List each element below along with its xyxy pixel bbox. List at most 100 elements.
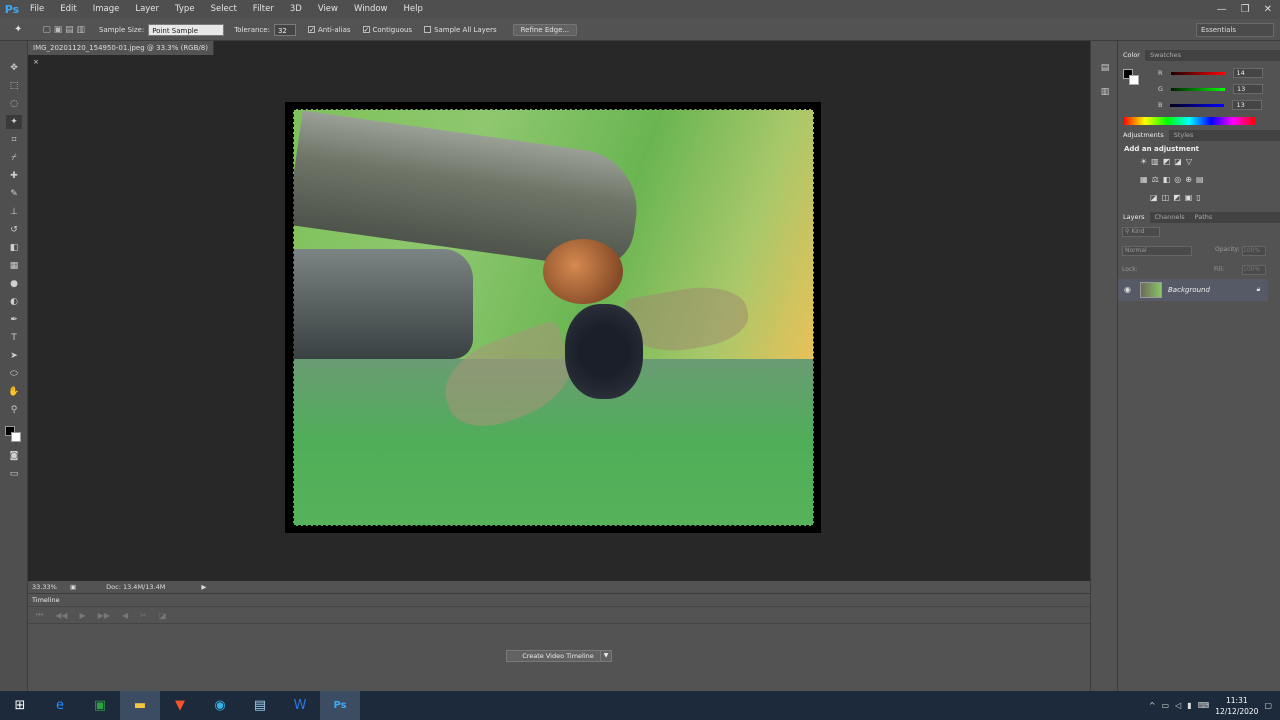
tray-expand-icon[interactable]: ^ [1149,701,1156,710]
edge-browser-icon[interactable]: ◉ [200,691,240,720]
red-track[interactable] [1170,71,1225,75]
dodge-tool-icon[interactable]: ◐ [6,295,22,309]
volume-icon[interactable]: ◁ [1175,701,1181,710]
menu-select[interactable]: Select [203,0,245,19]
green-value[interactable]: 13 [1233,84,1264,94]
timeline-tab[interactable]: Timeline [28,594,68,606]
black-white-icon[interactable]: ◧ [1163,175,1171,184]
eyedropper-tool-icon[interactable]: ⌿ [6,151,22,165]
eraser-tool-icon[interactable]: ◧ [6,241,22,255]
notepad-icon[interactable]: ▤ [240,691,280,720]
history-brush-icon[interactable]: ↺ [6,223,22,237]
blue-value[interactable]: 13 [1232,100,1263,110]
menu-filter[interactable]: Filter [245,0,282,19]
menu-edit[interactable]: Edit [52,0,84,19]
history-panel-icon[interactable]: ▤ [1097,61,1113,75]
color-spectrum[interactable] [1123,117,1255,125]
timeline-dropdown-icon[interactable]: ▼ [600,650,612,662]
layer-row-background[interactable]: ◉ Background 🔒︎ [1118,279,1268,301]
sample-all-layers-checkbox[interactable] [424,26,432,33]
invert-icon[interactable]: ◪ [1150,193,1158,202]
menu-3d[interactable]: 3D [282,0,310,19]
selection-mode-icons[interactable]: ▢ ▣ ▤ ▥ [42,25,85,35]
red-slider[interactable]: R 14 [1158,68,1278,78]
quick-mask-icon[interactable]: ◙ [6,449,22,463]
zoom-tool-icon[interactable]: ⚲ [6,403,22,417]
visibility-eye-icon[interactable]: ◉ [1124,285,1131,294]
opacity-input[interactable]: 100% [1242,246,1266,256]
audio-icon[interactable]: ◀ [122,611,128,620]
tab-adjustments[interactable]: Adjustments [1118,130,1169,141]
type-tool-icon[interactable]: T [6,331,22,345]
layer-filter-select[interactable]: ⚲ Kind [1122,227,1160,237]
color-lookup-icon[interactable]: ▤ [1196,175,1204,184]
channel-mixer-icon[interactable]: ⊕ [1185,175,1192,184]
hand-tool-icon[interactable]: ✋ [6,385,22,399]
antialias-checkbox[interactable]: ✓ [307,26,315,34]
gradient-tool-icon[interactable]: ▦ [6,259,22,273]
sample-size-select[interactable]: Point Sample [148,23,225,36]
photoshop-taskbar-icon[interactable]: Ps [320,691,360,720]
language-icon[interactable]: ⌨ [1198,701,1210,710]
battery-icon[interactable]: ▮ [1187,701,1191,710]
tab-styles[interactable]: Styles [1169,130,1199,141]
next-frame-icon[interactable]: ▶▶ [98,611,110,620]
bg-color-preview[interactable] [1129,75,1139,85]
refine-edge-button[interactable]: Refine Edge... [512,23,578,36]
tab-channels[interactable]: Channels [1150,212,1190,223]
path-selection-icon[interactable]: ➤ [6,349,22,363]
menu-image[interactable]: Image [85,0,128,19]
split-icon[interactable]: ✂ [140,611,147,620]
menu-file[interactable]: File [22,0,52,19]
lasso-tool-icon[interactable]: ◌ [6,97,22,111]
status-menu-arrow-icon[interactable]: ▶ [201,583,206,591]
minimize-button[interactable]: — [1217,4,1227,15]
menu-type[interactable]: Type [167,0,203,19]
clock[interactable]: 11:31 12/12/2020 [1215,695,1258,717]
magic-wand-tool-icon[interactable]: ✦ [6,115,22,129]
crop-tool-icon[interactable]: ⌗ [6,133,22,147]
start-button-icon[interactable]: ⊞ [0,691,40,720]
document-tab[interactable]: IMG_20201120_154950-01.jpeg @ 33.3% (RGB… [28,41,214,66]
blend-mode-select[interactable]: Normal [1122,246,1192,256]
zoom-level[interactable]: 33.33% [32,583,62,591]
word-icon[interactable]: W [280,691,320,720]
excel-icon[interactable]: ▣ [80,691,120,720]
menu-window[interactable]: Window [346,0,396,19]
brave-browser-icon[interactable]: ▼ [160,691,200,720]
curves-icon[interactable]: ◩ [1163,157,1171,166]
clone-stamp-icon[interactable]: ⊥ [6,205,22,219]
levels-icon[interactable]: ▥ [1151,157,1159,166]
notifications-icon[interactable]: ▢ [1264,701,1272,710]
posterize-icon[interactable]: ◫ [1162,193,1170,202]
first-frame-icon[interactable]: ⏮ [36,610,43,620]
green-slider[interactable]: G 13 [1158,84,1278,94]
photo-canvas[interactable] [293,109,814,526]
background-color-swatch[interactable] [11,432,21,442]
workspace-select[interactable]: Essentials [1196,23,1274,37]
healing-brush-icon[interactable]: ✚ [6,169,22,183]
move-tool-icon[interactable]: ✥ [6,61,22,75]
network-icon[interactable]: ▭ [1162,701,1170,710]
layer-name[interactable]: Background [1168,286,1210,294]
fill-input[interactable]: 100% [1242,265,1266,275]
menu-help[interactable]: Help [396,0,431,19]
file-explorer-icon[interactable]: ▬ [120,691,160,720]
brightness-icon[interactable]: ☀ [1140,157,1147,166]
play-icon[interactable]: ▶ [80,611,86,620]
blue-slider[interactable]: B 13 [1158,100,1278,110]
red-value[interactable]: 14 [1232,68,1263,78]
internet-explorer-icon[interactable]: e [40,691,80,720]
brush-tool-icon[interactable]: ✎ [6,187,22,201]
menu-layer[interactable]: Layer [127,0,167,19]
vibrance-icon[interactable]: ▽ [1186,157,1192,166]
contiguous-checkbox[interactable]: ✓ [362,26,370,34]
blue-track[interactable] [1170,103,1225,107]
close-button[interactable]: ✕ [1264,4,1272,15]
blur-tool-icon[interactable]: ● [6,277,22,291]
tab-paths[interactable]: Paths [1190,212,1218,223]
exposure-icon[interactable]: ◪ [1174,157,1182,166]
tab-layers[interactable]: Layers [1118,212,1150,223]
threshold-icon[interactable]: ◩ [1173,193,1181,202]
transition-icon[interactable]: ◪ [159,611,167,620]
